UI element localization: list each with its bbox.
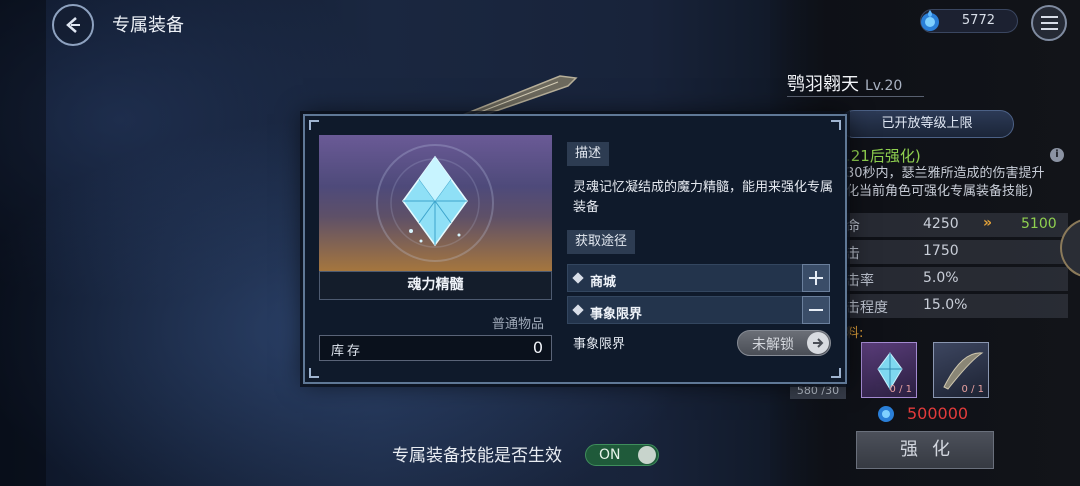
item-preview-image — [319, 135, 552, 271]
stock-value: 0 — [532, 338, 543, 357]
left-edge — [0, 0, 46, 486]
stat-value: 15.0% — [923, 297, 968, 313]
info-icon[interactable]: i — [1050, 148, 1064, 162]
toggle-knob — [638, 446, 656, 464]
stock-row: 库存 0 — [319, 335, 552, 361]
stat-row: 击率 5.0% — [846, 267, 1068, 291]
progress-tag: 580 /30 — [790, 383, 846, 399]
diamond-icon — [572, 304, 584, 316]
page-title: 专属装备 — [112, 15, 184, 36]
source-row-event-limit[interactable]: 事象限界 — [567, 296, 830, 324]
enhance-desc-line: 化当前角色可强化专属装备技能) — [846, 184, 1034, 199]
upgrade-arrow-icon: » — [983, 215, 993, 231]
expand-button[interactable] — [802, 264, 830, 292]
level-cap-button[interactable]: 已开放等级上限 — [840, 110, 1014, 138]
back-arrow-icon — [66, 17, 80, 33]
soul-essence-crystal-icon — [376, 144, 494, 262]
stat-value: 4250 — [923, 216, 959, 232]
item-description: 灵魂记忆凝结成的魔力精髓，能用来强化专属装备 — [573, 180, 834, 215]
stock-label: 库存 — [331, 344, 364, 359]
description-tag: 描述 — [567, 142, 610, 166]
stat-label: 击率 — [846, 273, 874, 289]
locked-go-button[interactable]: 未解锁 — [737, 330, 831, 356]
minus-icon — [809, 309, 823, 311]
material-slot-soul-crystal[interactable]: 0 / 1 — [861, 342, 917, 398]
stat-row: 击程度 15.0% — [846, 294, 1068, 318]
enhance-description: 30秒内，瑟兰雅所造成的伤害提升 化当前角色可强化专属装备技能) — [846, 165, 1045, 201]
stat-value: 5.0% — [923, 270, 959, 286]
currency-display: 5772 — [920, 9, 1018, 33]
item-detail-dialog: 魂力精髓 普通物品 库存 0 描述 灵魂记忆凝结成的魔力精髓，能用来强化专属装备… — [303, 114, 847, 384]
stat-label: 命 — [846, 219, 860, 235]
item-type: 普通物品 — [492, 317, 545, 332]
sources-tag: 获取途径 — [567, 230, 636, 254]
diamond-icon — [572, 272, 584, 284]
enhance-cost: 500000 — [907, 404, 969, 423]
material-count: 0 / 1 — [889, 384, 912, 395]
hero-name-text: 鹗羽翱天 — [787, 74, 859, 95]
materials-label: 料: — [846, 326, 864, 341]
menu-button[interactable] — [1031, 5, 1067, 41]
material-slot-weapon[interactable]: 0 / 1 — [933, 342, 989, 398]
skill-toggle-label: 专属装备技能是否生效 — [392, 446, 562, 466]
skill-toggle[interactable]: ON — [585, 444, 659, 466]
material-count: 0 / 1 — [961, 384, 984, 395]
stat-new-value: 5100 — [1021, 216, 1057, 232]
toggle-state: ON — [599, 447, 621, 463]
stat-row: 击 1750 — [846, 240, 1068, 264]
arrow-right-icon — [807, 332, 829, 354]
locked-label: 未解锁 — [752, 337, 794, 353]
source-label: 商城 — [590, 275, 617, 290]
menu-icon — [1040, 16, 1058, 18]
item-name: 魂力精髓 — [319, 271, 552, 300]
collapse-button[interactable] — [802, 296, 830, 324]
hero-level: Lv.20 — [865, 78, 903, 94]
stat-label: 击程度 — [846, 300, 888, 316]
enhance-title: .21后强化) — [846, 147, 921, 165]
soul-orb-icon — [921, 10, 939, 31]
stat-label: 击 — [846, 246, 860, 262]
sub-source-label: 事象限界 — [573, 337, 626, 352]
hero-name: 鹗羽翱天 Lv.20 — [787, 70, 902, 96]
plus-icon — [809, 271, 823, 285]
back-button[interactable] — [52, 4, 94, 46]
source-row-shop[interactable]: 商城 — [567, 264, 830, 292]
stat-value: 1750 — [923, 243, 959, 259]
currency-value: 5772 — [961, 13, 995, 28]
enhance-desc-line: 30秒内，瑟兰雅所造成的伤害提升 — [846, 166, 1045, 181]
stat-row: 命 4250 » 5100 — [846, 213, 1068, 237]
soul-orb-icon — [878, 406, 894, 422]
enhance-button[interactable]: 强化 — [856, 431, 994, 469]
divider — [787, 96, 924, 97]
source-label: 事象限界 — [590, 307, 643, 322]
